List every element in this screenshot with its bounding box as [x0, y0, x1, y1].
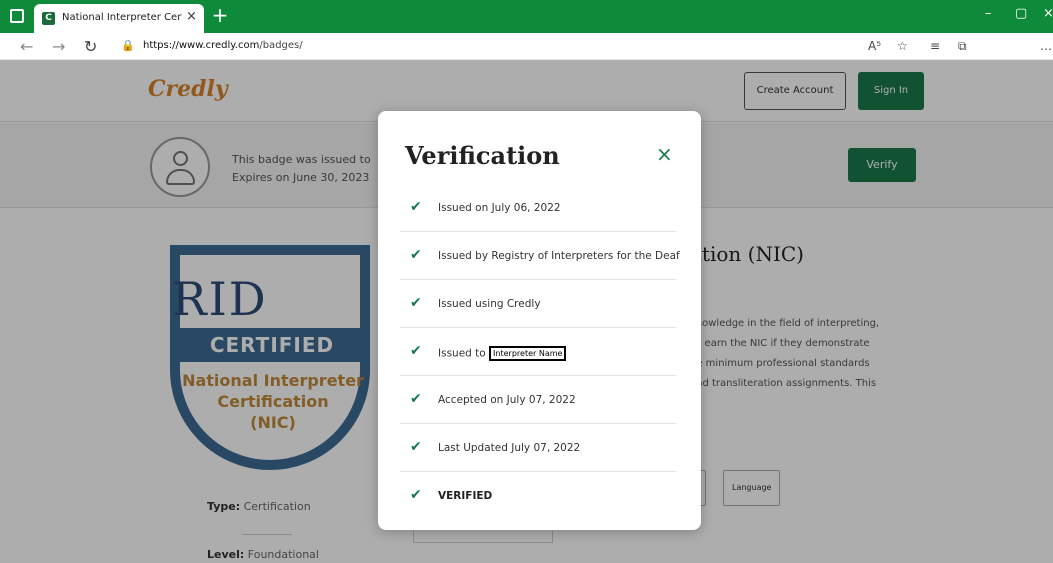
verification-list: ✔ Issued on July 06, 2022 ✔ Issued by Re…: [400, 184, 680, 520]
list-item: ✔ Last Updated July 07, 2022: [400, 424, 676, 472]
accepted-date-text: Accepted on July 07, 2022: [438, 394, 576, 406]
close-window-button[interactable]: ×: [1043, 6, 1053, 21]
issuer-text[interactable]: Issued by Registry of Interpreters for t…: [438, 250, 680, 262]
back-icon[interactable]: ←: [20, 37, 33, 56]
issued-date-text: Issued on July 06, 2022: [438, 202, 561, 214]
list-item: ✔ Accepted on July 07, 2022: [400, 376, 676, 424]
platform-text: Issued using Credly: [438, 298, 541, 310]
tab-close-icon[interactable]: ×: [186, 9, 197, 24]
checkmark-icon: ✔: [410, 295, 422, 311]
list-item: ✔ Issued using Credly: [400, 280, 676, 328]
list-item: ✔ Issued to Interpreter Name: [400, 328, 676, 376]
browser-tab[interactable]: C National Interpreter Certification ×: [34, 4, 204, 33]
favorite-icon[interactable]: ☆: [897, 39, 908, 53]
credly-favicon-icon: C: [42, 12, 55, 25]
more-icon[interactable]: …: [1040, 39, 1052, 53]
checkmark-icon: ✔: [410, 343, 422, 359]
browser-tab-bar: C National Interpreter Certification × +…: [0, 0, 1053, 33]
list-item: ✔ Issued on July 06, 2022: [400, 184, 676, 232]
maximize-button[interactable]: ▢: [1015, 6, 1027, 21]
verified-status: VERIFIED: [438, 490, 493, 502]
new-tab-button[interactable]: +: [209, 4, 231, 26]
verification-modal: Verification × ✔ Issued on July 06, 2022…: [378, 111, 701, 530]
url-field[interactable]: 🔒 https://www.credly.com/badges/: [115, 37, 845, 56]
last-updated-text: Last Updated July 07, 2022: [438, 442, 581, 454]
checkmark-icon: ✔: [410, 487, 422, 503]
tab-title: National Interpreter Certification: [62, 12, 182, 23]
checkmark-icon: ✔: [410, 247, 422, 263]
window-menu-icon[interactable]: [10, 9, 24, 23]
close-icon[interactable]: ×: [656, 144, 673, 164]
issued-to-row: Issued to Interpreter Name: [438, 346, 567, 361]
list-item: ✔ Issued by Registry of Interpreters for…: [400, 232, 680, 280]
checkmark-icon: ✔: [410, 391, 422, 407]
recipient-name: Interpreter Name: [489, 346, 567, 361]
address-bar-row: ← → ↻ 🔒 https://www.credly.com/badges/ A…: [0, 33, 1053, 60]
modal-title: Verification: [405, 141, 560, 170]
checkmark-icon: ✔: [410, 439, 422, 455]
read-aloud-icon[interactable]: A⁵: [868, 39, 881, 53]
refresh-icon[interactable]: ↻: [84, 37, 97, 56]
favorites-list-icon[interactable]: ≡: [930, 39, 940, 53]
checkmark-icon: ✔: [410, 199, 422, 215]
forward-icon[interactable]: →: [52, 37, 65, 56]
url-text: https://www.credly.com/badges/: [143, 40, 303, 51]
minimize-button[interactable]: –: [985, 6, 992, 21]
collections-icon[interactable]: ⧉: [958, 39, 967, 54]
list-item: ✔ VERIFIED: [400, 472, 676, 520]
lock-icon: 🔒: [121, 39, 135, 52]
